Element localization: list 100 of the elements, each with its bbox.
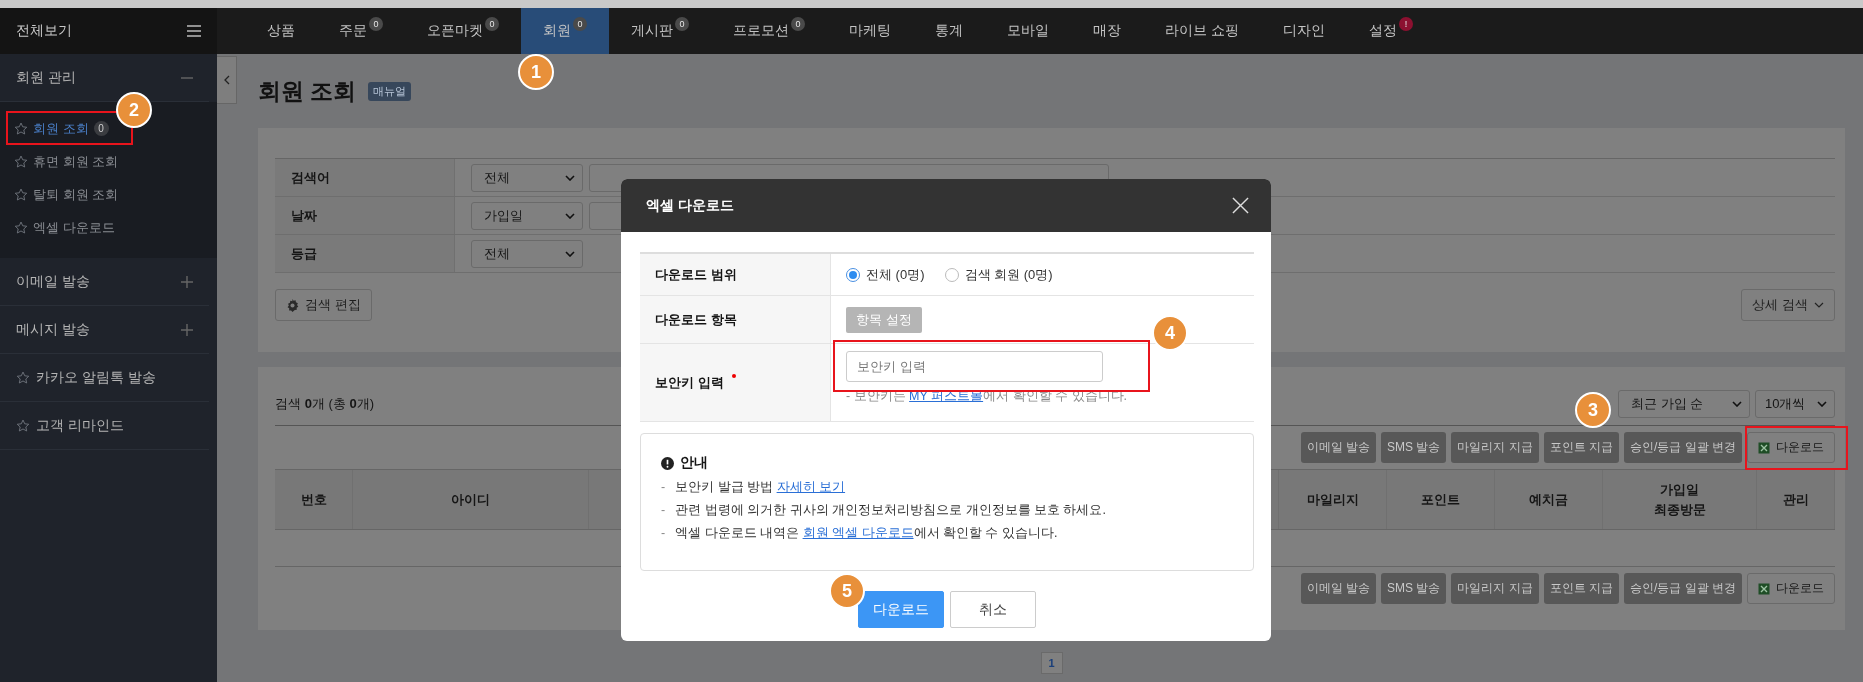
select-field[interactable]: 전체 bbox=[471, 239, 583, 268]
sidebar-group[interactable]: 이메일 발송 bbox=[0, 258, 209, 306]
list-dash: - bbox=[661, 479, 666, 496]
step-number-badge: 3 bbox=[1575, 392, 1611, 428]
item-label: 카카오 알림톡 발송 bbox=[36, 368, 156, 387]
notice-title: 안내 bbox=[680, 454, 708, 472]
page-size-select[interactable]: 10개씩 bbox=[1755, 390, 1835, 418]
close-icon bbox=[1232, 197, 1249, 214]
chevron-down-icon bbox=[1817, 401, 1827, 407]
notice-text: 보안키 발급 방법 자세히 보기 bbox=[675, 479, 846, 496]
action-button[interactable]: 마일리지 지급 bbox=[1451, 432, 1539, 463]
select-field[interactable]: 전체 bbox=[471, 163, 583, 192]
action-button[interactable]: 승인/등급 일괄 변경 bbox=[1624, 573, 1742, 604]
column-header: 포인트 bbox=[1387, 470, 1495, 529]
menu-title: 전체보기 bbox=[16, 22, 72, 40]
sort-select[interactable]: 최근 가입 순 bbox=[1618, 390, 1750, 418]
chevron-down-icon bbox=[1814, 302, 1824, 308]
download-button[interactable]: 다운로드 bbox=[858, 591, 944, 628]
count-badge: 0 bbox=[573, 17, 587, 31]
page-title: 회원 조회 bbox=[258, 76, 357, 106]
sidebar-item[interactable]: 휴면 회원 조회 bbox=[0, 145, 133, 178]
nav-tab[interactable]: 게시판 0 bbox=[609, 8, 711, 54]
field-label: 검색어 bbox=[275, 159, 455, 196]
chevron-left-icon bbox=[223, 75, 230, 85]
action-button[interactable]: 포인트 지급 bbox=[1543, 432, 1619, 463]
nav-tab[interactable]: 프로모션 0 bbox=[711, 8, 827, 54]
settings-icon bbox=[286, 298, 299, 312]
nav-tab[interactable]: 디자인 bbox=[1260, 8, 1347, 54]
cancel-button[interactable]: 취소 bbox=[950, 591, 1036, 628]
sidebar-link[interactable]: 고객 리마인드 bbox=[0, 402, 209, 450]
chevron-down-icon bbox=[565, 212, 575, 219]
item-label: 고객 리마인드 bbox=[36, 416, 124, 435]
count-badge: 0 bbox=[485, 17, 499, 31]
action-button[interactable]: 포인트 지급 bbox=[1543, 573, 1619, 604]
detail-search-button[interactable]: 상세 검색 bbox=[1741, 289, 1835, 321]
star-icon bbox=[16, 418, 30, 433]
nav-tab[interactable]: 오픈마켓 0 bbox=[405, 8, 521, 54]
step-number-badge: 1 bbox=[518, 54, 554, 90]
sidebar-link[interactable]: 카카오 알림톡 발송 bbox=[0, 354, 209, 402]
nav-tab[interactable]: 라이브 쇼핑 bbox=[1143, 8, 1261, 54]
select-field[interactable]: 가입일 bbox=[471, 201, 583, 230]
list-dash: - bbox=[661, 502, 666, 519]
chevron-down-icon bbox=[565, 250, 575, 257]
count-badge: 0 bbox=[93, 121, 109, 136]
item-label: 엑셀 다운로드 bbox=[33, 218, 115, 237]
field-label: 다운로드 항목 bbox=[655, 310, 737, 329]
notice-text: 관련 법령에 의거한 귀사의 개인정보처리방침으로 개인정보를 보호 하세요. bbox=[675, 502, 1106, 519]
nav-tab[interactable]: 모바일 bbox=[985, 8, 1071, 54]
star-icon bbox=[14, 220, 28, 235]
chevron-down-icon bbox=[565, 174, 575, 181]
field-label: 다운로드 범위 bbox=[655, 265, 737, 284]
nav-tab[interactable]: 설정 ! bbox=[1346, 8, 1435, 54]
nav-tab[interactable]: 상품 bbox=[245, 8, 317, 54]
action-button[interactable]: 이메일 발송 bbox=[1300, 573, 1376, 604]
radio-option[interactable]: 검색 회원 (0명) bbox=[944, 265, 1053, 284]
notice-text: 엑셀 다운로드 내역은 회원 엑셀 다운로드에서 확인할 수 있습니다. bbox=[675, 525, 1058, 542]
download-button[interactable]: 다운로드 bbox=[1747, 573, 1835, 604]
count-badge: 0 bbox=[675, 17, 689, 31]
chevron-down-icon bbox=[1732, 401, 1742, 407]
action-button[interactable]: 이메일 발송 bbox=[1300, 432, 1376, 463]
nav-tab[interactable]: 주문 0 bbox=[317, 8, 405, 54]
star-icon bbox=[14, 187, 28, 202]
count-badge: 0 bbox=[369, 17, 383, 31]
nav-tab[interactable]: 회원 0 bbox=[521, 8, 609, 54]
step-number-badge: 2 bbox=[116, 92, 152, 128]
nav-tab[interactable]: 마케팅 bbox=[827, 8, 913, 54]
sidebar-group[interactable]: 메시지 발송 bbox=[0, 306, 209, 354]
sidebar-item[interactable]: 엑셀 다운로드 bbox=[0, 211, 129, 244]
action-button[interactable]: SMS 발송 bbox=[1380, 573, 1447, 604]
text-link[interactable]: 회원 엑셀 다운로드 bbox=[802, 526, 914, 540]
group-label: 회원 관리 bbox=[16, 68, 76, 87]
spreadsheet-icon bbox=[1758, 582, 1770, 595]
action-button[interactable]: 마일리지 지급 bbox=[1451, 573, 1539, 604]
manual-link[interactable]: 매뉴얼 bbox=[368, 81, 412, 101]
star-icon bbox=[14, 121, 28, 136]
sidebar-item[interactable]: 탈퇴 회원 조회 bbox=[0, 178, 133, 211]
radio-option[interactable]: 전체 (0명) bbox=[846, 265, 925, 284]
spreadsheet-icon bbox=[1758, 441, 1770, 454]
info-icon bbox=[661, 456, 674, 470]
count-badge: 0 bbox=[791, 17, 805, 31]
nav-tab[interactable]: 통계 bbox=[913, 8, 985, 54]
column-header: 관리 bbox=[1757, 470, 1835, 529]
download-button[interactable]: 다운로드 bbox=[1747, 432, 1835, 463]
column-header: 번호 bbox=[275, 470, 353, 529]
group-label: 메시지 발송 bbox=[16, 320, 90, 339]
close-button[interactable] bbox=[1232, 197, 1249, 214]
nav-tab[interactable]: 매장 bbox=[1071, 8, 1143, 54]
edit-search-button[interactable]: 검색 편집 bbox=[275, 289, 372, 321]
action-button[interactable]: 승인/등급 일괄 변경 bbox=[1624, 432, 1742, 463]
field-label: 날짜 bbox=[275, 197, 455, 234]
action-button[interactable]: SMS 발송 bbox=[1380, 432, 1447, 463]
list-dash: - bbox=[661, 525, 666, 542]
text-link[interactable]: 자세히 보기 bbox=[776, 480, 846, 494]
security-key-field[interactable]: 보안키 입력 bbox=[846, 351, 1103, 382]
menu-icon[interactable] bbox=[187, 25, 201, 37]
star-icon bbox=[14, 154, 28, 169]
step-number-badge: 4 bbox=[1152, 315, 1188, 351]
star-icon bbox=[16, 370, 30, 385]
column-header: 마일리지 bbox=[1279, 470, 1387, 529]
result-count: 검색 0개 (총 0개) bbox=[275, 395, 374, 413]
